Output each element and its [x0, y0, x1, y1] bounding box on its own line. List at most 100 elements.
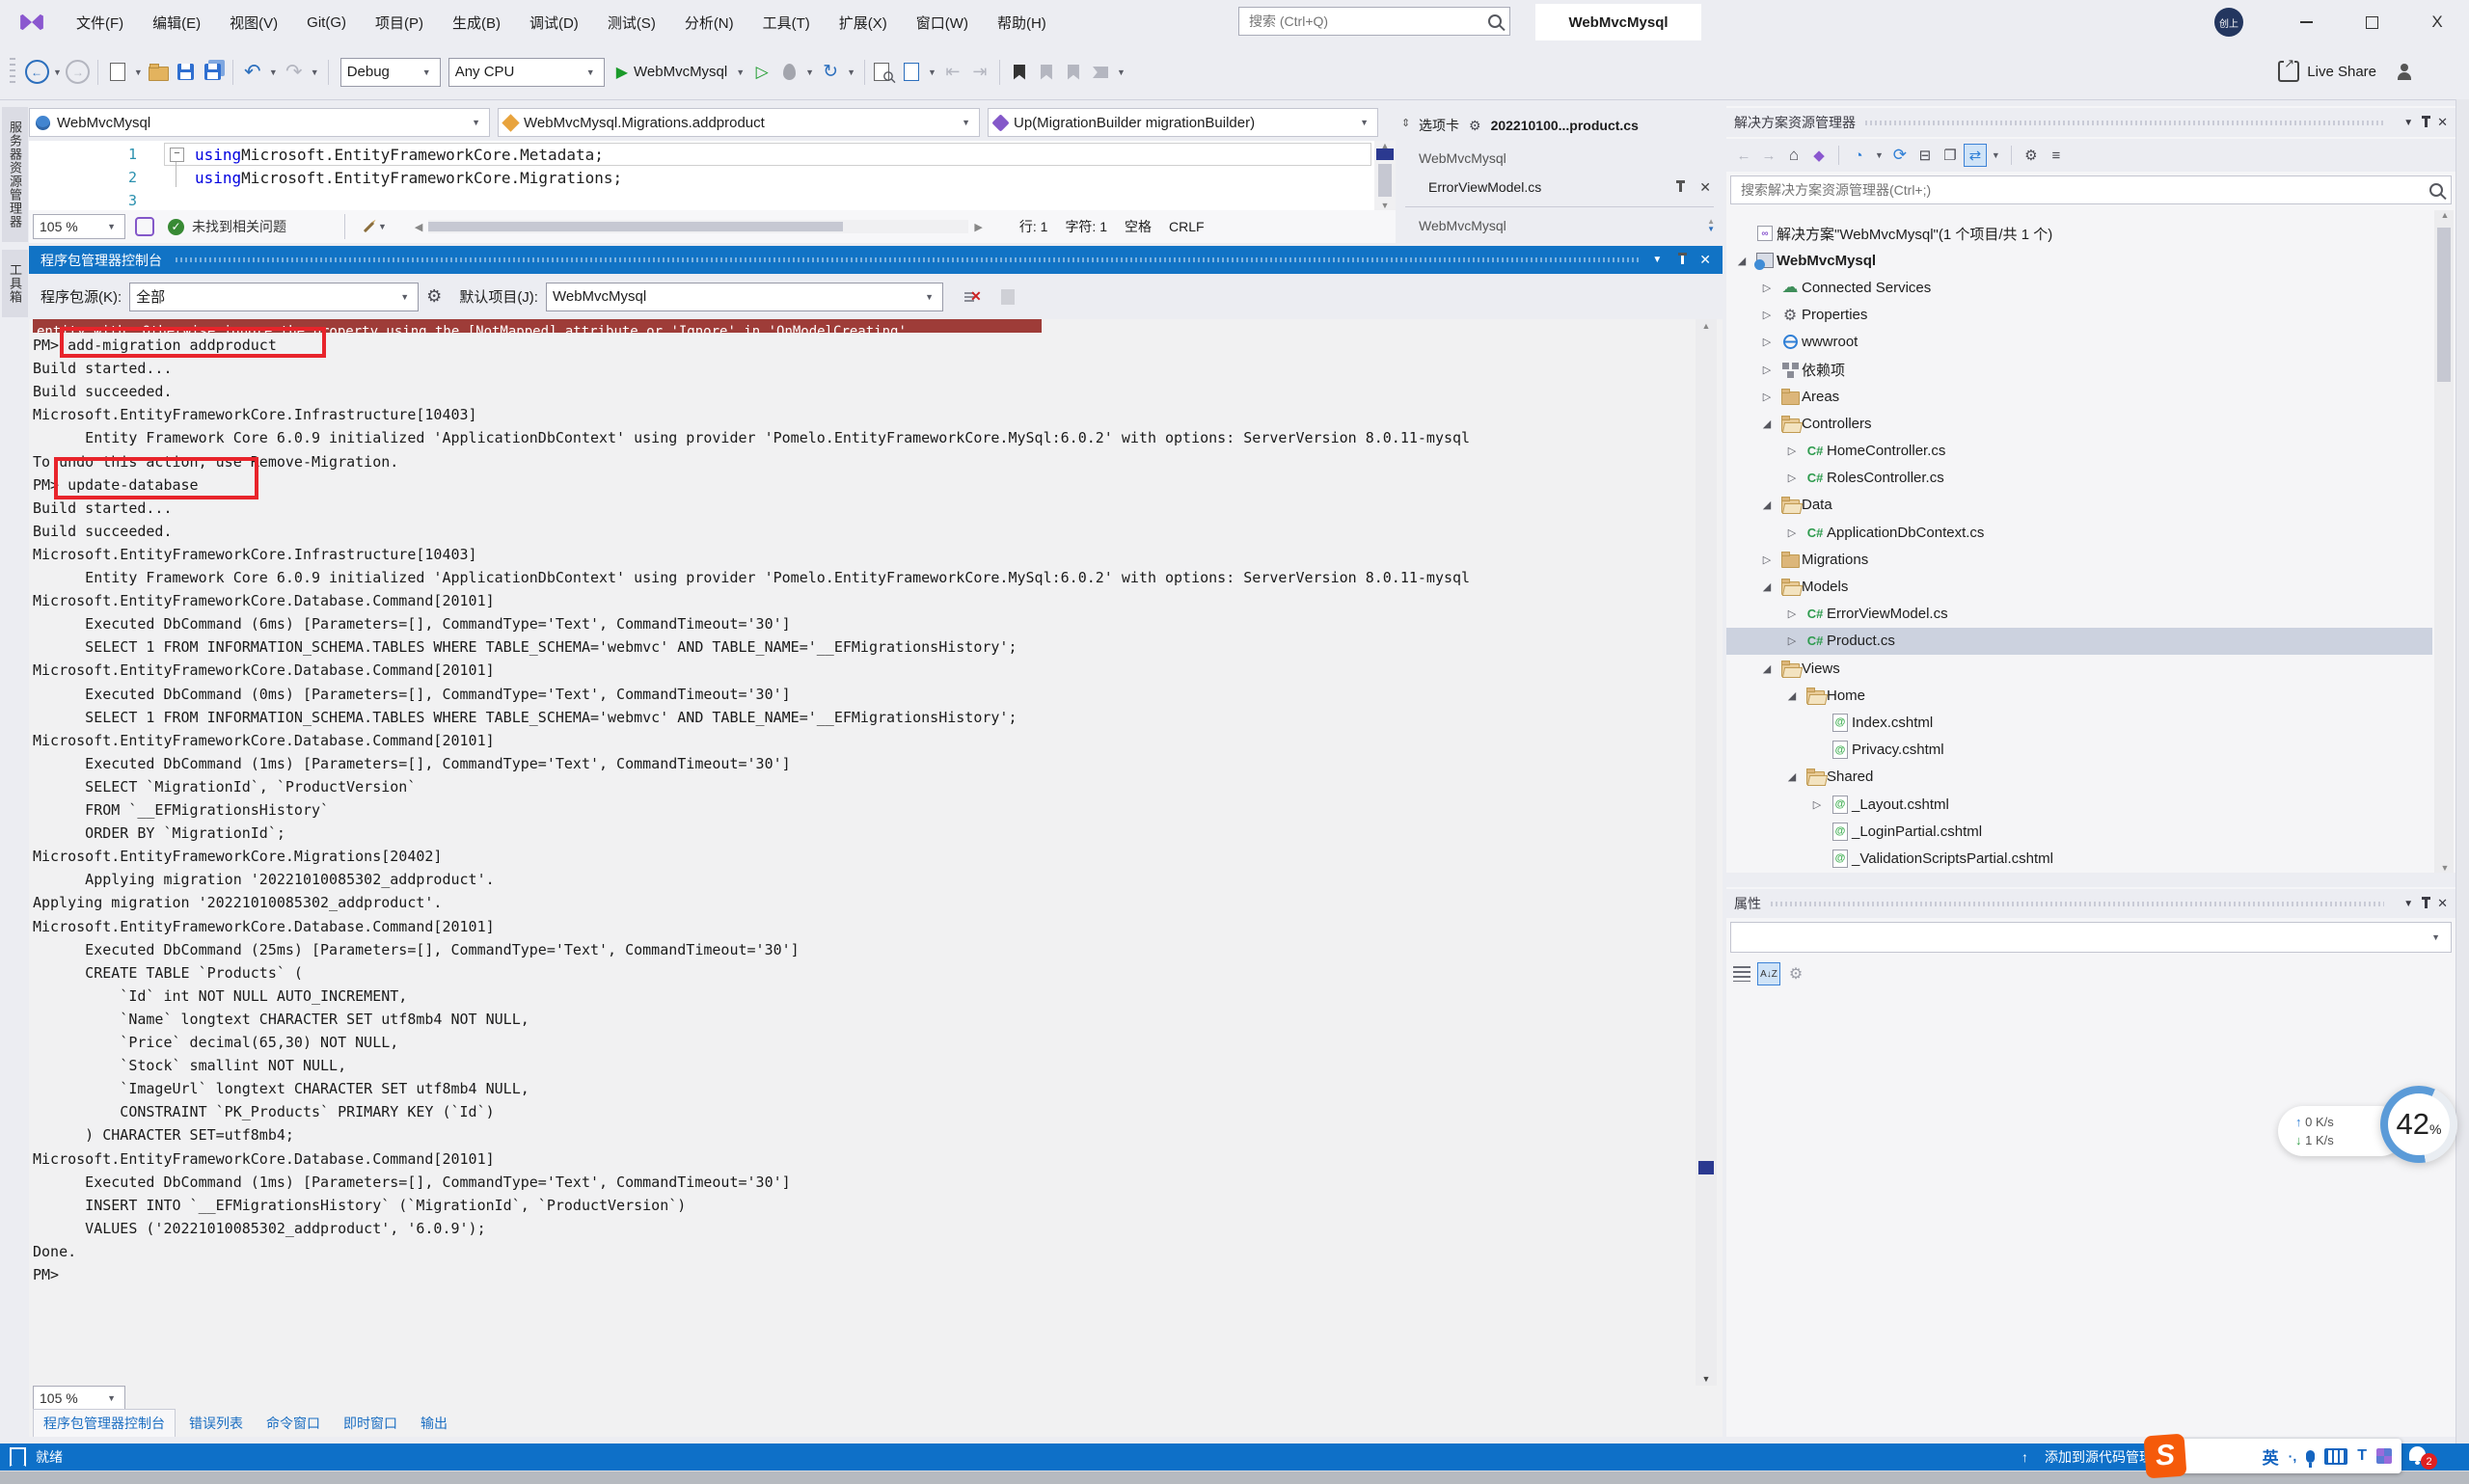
navigate-forward-button[interactable]: →: [66, 56, 91, 89]
scroll-down-arrow[interactable]: ▼: [1374, 201, 1396, 210]
start-without-debug-button[interactable]: ▷: [749, 56, 774, 89]
se-show-all-files-button[interactable]: ❐: [1939, 144, 1962, 167]
expand-arrow-icon[interactable]: ◢: [1755, 418, 1778, 430]
tree-item-homecontroller.cs[interactable]: ▷C#HomeController.cs: [1726, 438, 2432, 465]
expand-arrow-icon[interactable]: ▷: [1755, 282, 1778, 294]
tab-scroll-arrows[interactable]: ▲▼: [1707, 218, 1715, 233]
code-fold-toggle[interactable]: −: [170, 148, 184, 162]
expand-arrow-icon[interactable]: ▷: [1755, 391, 1778, 403]
tab-well-settings-icon[interactable]: ⚙: [1469, 118, 1481, 134]
navigate-back-dropdown[interactable]: ▼: [53, 67, 62, 77]
account-avatar[interactable]: 创上: [2214, 8, 2243, 37]
tree-item-product.cs[interactable]: ▷C#Product.cs: [1726, 628, 2432, 655]
toolbar-grip[interactable]: [10, 58, 15, 87]
toolbar-overflow[interactable]: ▼: [928, 67, 936, 77]
se-collapse-all-button[interactable]: ⊟: [1913, 144, 1937, 167]
previous-bookmark-button[interactable]: [1034, 56, 1059, 89]
panel-tab-inactive[interactable]: 输出: [411, 1410, 457, 1437]
menu-n[interactable]: 分析(N): [670, 0, 748, 44]
redo-dropdown[interactable]: ▼: [311, 67, 319, 77]
editor-zoom-combo[interactable]: 105 %▼: [33, 214, 125, 239]
expand-arrow-icon[interactable]: ▷: [1780, 526, 1804, 539]
package-source-combo[interactable]: 全部▼: [129, 283, 419, 311]
tree-item-home[interactable]: ◢Home: [1726, 682, 2432, 709]
show-next-statement-button[interactable]: ⇤: [940, 56, 965, 89]
se-sync-dropdown[interactable]: ▼: [1992, 150, 2000, 160]
tree-item-webmvcmysql11[interactable]: ∞解决方案"WebMvcMysql"(1 个项目/共 1 个): [1726, 220, 2432, 247]
menu-s[interactable]: 测试(S): [593, 0, 670, 44]
menu-t[interactable]: 工具(T): [748, 0, 825, 44]
close-button[interactable]: X: [2415, 0, 2459, 44]
categorized-view-button[interactable]: [1730, 962, 1753, 985]
se-pending-changes-filter-button[interactable]: ◔: [1847, 144, 1870, 167]
tree-item-areas[interactable]: ▷Areas: [1726, 383, 2432, 410]
menu-d[interactable]: 调试(D): [515, 0, 593, 44]
expand-arrow-icon[interactable]: ◢: [1755, 662, 1778, 675]
nav-project-combo[interactable]: WebMvcMysql▼: [29, 108, 490, 137]
properties-window-position-icon[interactable]: ▼: [2403, 899, 2413, 909]
autohide-tab[interactable]: 服务器资源管理器: [2, 107, 28, 242]
code-cleanup-icon[interactable]: [364, 221, 374, 231]
expand-arrow-icon[interactable]: ▷: [1780, 607, 1804, 620]
tree-item-[interactable]: ▷依赖项: [1726, 356, 2432, 383]
se-properties-button[interactable]: ⚙: [2020, 144, 2043, 167]
menu-v[interactable]: 视图(V): [215, 0, 292, 44]
se-forward-button[interactable]: →: [1757, 144, 1780, 167]
tree-item-models[interactable]: ◢Models: [1726, 573, 2432, 600]
se-close-icon[interactable]: ✕: [2437, 115, 2448, 130]
pmc-title-bar[interactable]: 程序包管理器控制台 ▼ ✕: [29, 246, 1723, 274]
expand-arrow-icon[interactable]: ◢: [1755, 499, 1778, 511]
pmc-pin-icon[interactable]: [1681, 256, 1684, 264]
hot-reload-button[interactable]: [776, 56, 801, 89]
panel-tab-inactive[interactable]: 命令窗口: [257, 1410, 330, 1437]
tree-item-index.cshtml[interactable]: @Index.cshtml: [1726, 709, 2432, 736]
expand-arrow-icon[interactable]: ▷: [1755, 553, 1778, 566]
package-source-settings-icon[interactable]: ⚙: [426, 286, 442, 307]
tree-item-shared[interactable]: ◢Shared: [1726, 764, 2432, 791]
menu-w[interactable]: 窗口(W): [902, 0, 983, 44]
open-file-button[interactable]: [147, 56, 172, 89]
ime-skin-icon[interactable]: T: [2357, 1447, 2367, 1465]
hscroll-left-arrow[interactable]: ◀: [415, 221, 422, 233]
hscroll-right-arrow[interactable]: ▶: [974, 221, 982, 233]
add-to-source-control-button[interactable]: 添加到源代码管理: [2045, 1447, 2153, 1467]
tree-item-_validationscriptspartial.cshtml[interactable]: @_ValidationScriptsPartial.cshtml: [1726, 845, 2432, 872]
editor-vertical-scrollbar[interactable]: ▲ ▼: [1374, 141, 1396, 210]
hot-reload-dropdown[interactable]: ▼: [805, 67, 814, 77]
restart-dropdown[interactable]: ▼: [847, 67, 855, 77]
expand-arrow-icon[interactable]: ▷: [1755, 364, 1778, 376]
new-project-button[interactable]: [105, 56, 130, 89]
tree-item-rolescontroller.cs[interactable]: ▷C#RolesController.cs: [1726, 465, 2432, 492]
menu-e[interactable]: 编辑(E): [138, 0, 215, 44]
autohide-tab[interactable]: 工具箱: [2, 250, 28, 317]
ime-punctuation-toggle[interactable]: ·,: [2289, 1448, 2297, 1464]
tree-item-connectedservices[interactable]: ▷☁Connected Services: [1726, 274, 2432, 301]
pmc-zoom-combo[interactable]: 105 %▼: [33, 1386, 125, 1411]
tree-item-migrations[interactable]: ▷Migrations: [1726, 546, 2432, 573]
code-cleanup-dropdown[interactable]: ▼: [378, 222, 387, 231]
se-back-button[interactable]: ←: [1732, 144, 1755, 167]
clear-console-button[interactable]: ✕: [964, 288, 982, 305]
expand-arrow-icon[interactable]: ▷: [1780, 472, 1804, 484]
minimize-button[interactable]: [2284, 0, 2328, 44]
pmc-scroll-down[interactable]: ▼: [1696, 1374, 1717, 1384]
start-debug-button[interactable]: ▶ WebMvcMysql ▼: [616, 56, 747, 89]
panel-tab-inactive[interactable]: 即时窗口: [334, 1410, 407, 1437]
se-preview-button[interactable]: ≡: [2045, 144, 2068, 167]
menu-x[interactable]: 扩展(X): [825, 0, 902, 44]
undo-dropdown[interactable]: ▼: [269, 67, 278, 77]
properties-close-icon[interactable]: ✕: [2437, 896, 2448, 911]
solution-configuration-combo[interactable]: Debug▼: [340, 58, 441, 87]
tree-item-_loginpartial.cshtml[interactable]: @_LoginPartial.cshtml: [1726, 818, 2432, 845]
default-project-combo[interactable]: WebMvcMysql▼: [546, 283, 943, 311]
properties-object-combo[interactable]: ▼: [1730, 922, 2452, 953]
tree-item-_layout.cshtml[interactable]: ▷@_Layout.cshtml: [1726, 791, 2432, 818]
se-scroll-thumb[interactable]: [2437, 228, 2451, 382]
pmc-close-icon[interactable]: ✕: [1699, 252, 1711, 268]
navigate-back-button[interactable]: ←: [24, 56, 49, 89]
redo-button[interactable]: ↷: [282, 56, 307, 89]
expand-arrow-icon[interactable]: ◢: [1730, 255, 1753, 267]
step-buttons[interactable]: ⇥: [967, 56, 992, 89]
expand-arrow-icon[interactable]: ▷: [1805, 798, 1829, 811]
solution-platform-combo[interactable]: Any CPU▼: [448, 58, 605, 87]
